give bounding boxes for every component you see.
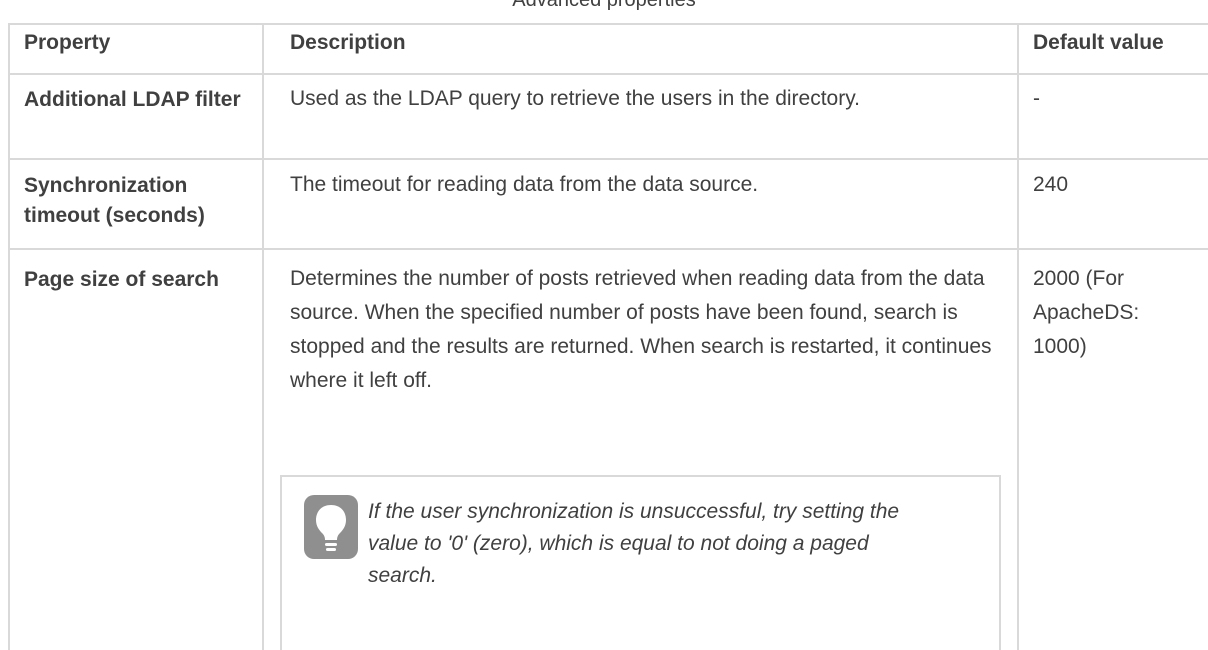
row-default-value: - (1033, 87, 1040, 110)
row-property: Page size of search (24, 268, 219, 291)
header-description: Description (290, 31, 406, 54)
column-divider (1017, 23, 1019, 650)
row-property: Synchronization timeout (seconds) (24, 174, 205, 227)
tip-note: If the user synchronization is unsuccess… (280, 475, 1001, 650)
lightbulb-icon (304, 495, 358, 559)
tip-note-text: If the user synchronization is unsuccess… (368, 500, 900, 587)
table-caption: Advanced properties (512, 0, 696, 11)
row-description: Used as the LDAP query to retrieve the u… (290, 87, 861, 110)
row-default-value: 240 (1033, 173, 1069, 196)
row-description: The timeout for reading data from the da… (290, 173, 759, 196)
row-divider (8, 158, 1208, 160)
column-divider (262, 23, 264, 650)
row-divider (8, 248, 1208, 250)
header-property: Property (24, 31, 111, 54)
row-property: Additional LDAP filter (24, 88, 241, 111)
header-row-divider (8, 73, 1208, 75)
table-top-border (8, 23, 1208, 25)
row-description: Determines the number of posts retrieved… (290, 267, 992, 392)
table-left-border (8, 23, 10, 650)
header-default-value: Default value (1033, 31, 1164, 54)
row-default-value: 2000 (For ApacheDS: 1000) (1033, 267, 1140, 358)
